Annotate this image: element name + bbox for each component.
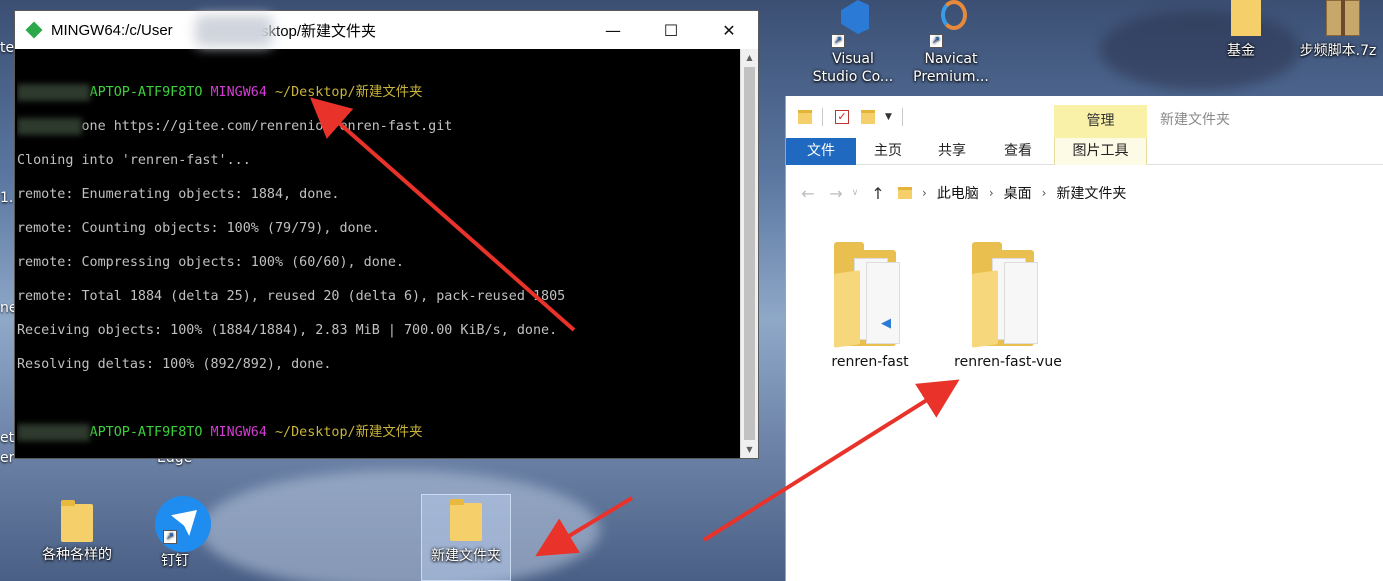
arrow-to-renren-fast-vue	[702, 379, 960, 542]
watermark: CSDN @YYLA1	[1251, 557, 1367, 574]
arrow-to-git-url	[309, 97, 576, 332]
annotation-arrows	[309, 97, 960, 557]
arrow-to-desktop-folder	[535, 496, 634, 557]
